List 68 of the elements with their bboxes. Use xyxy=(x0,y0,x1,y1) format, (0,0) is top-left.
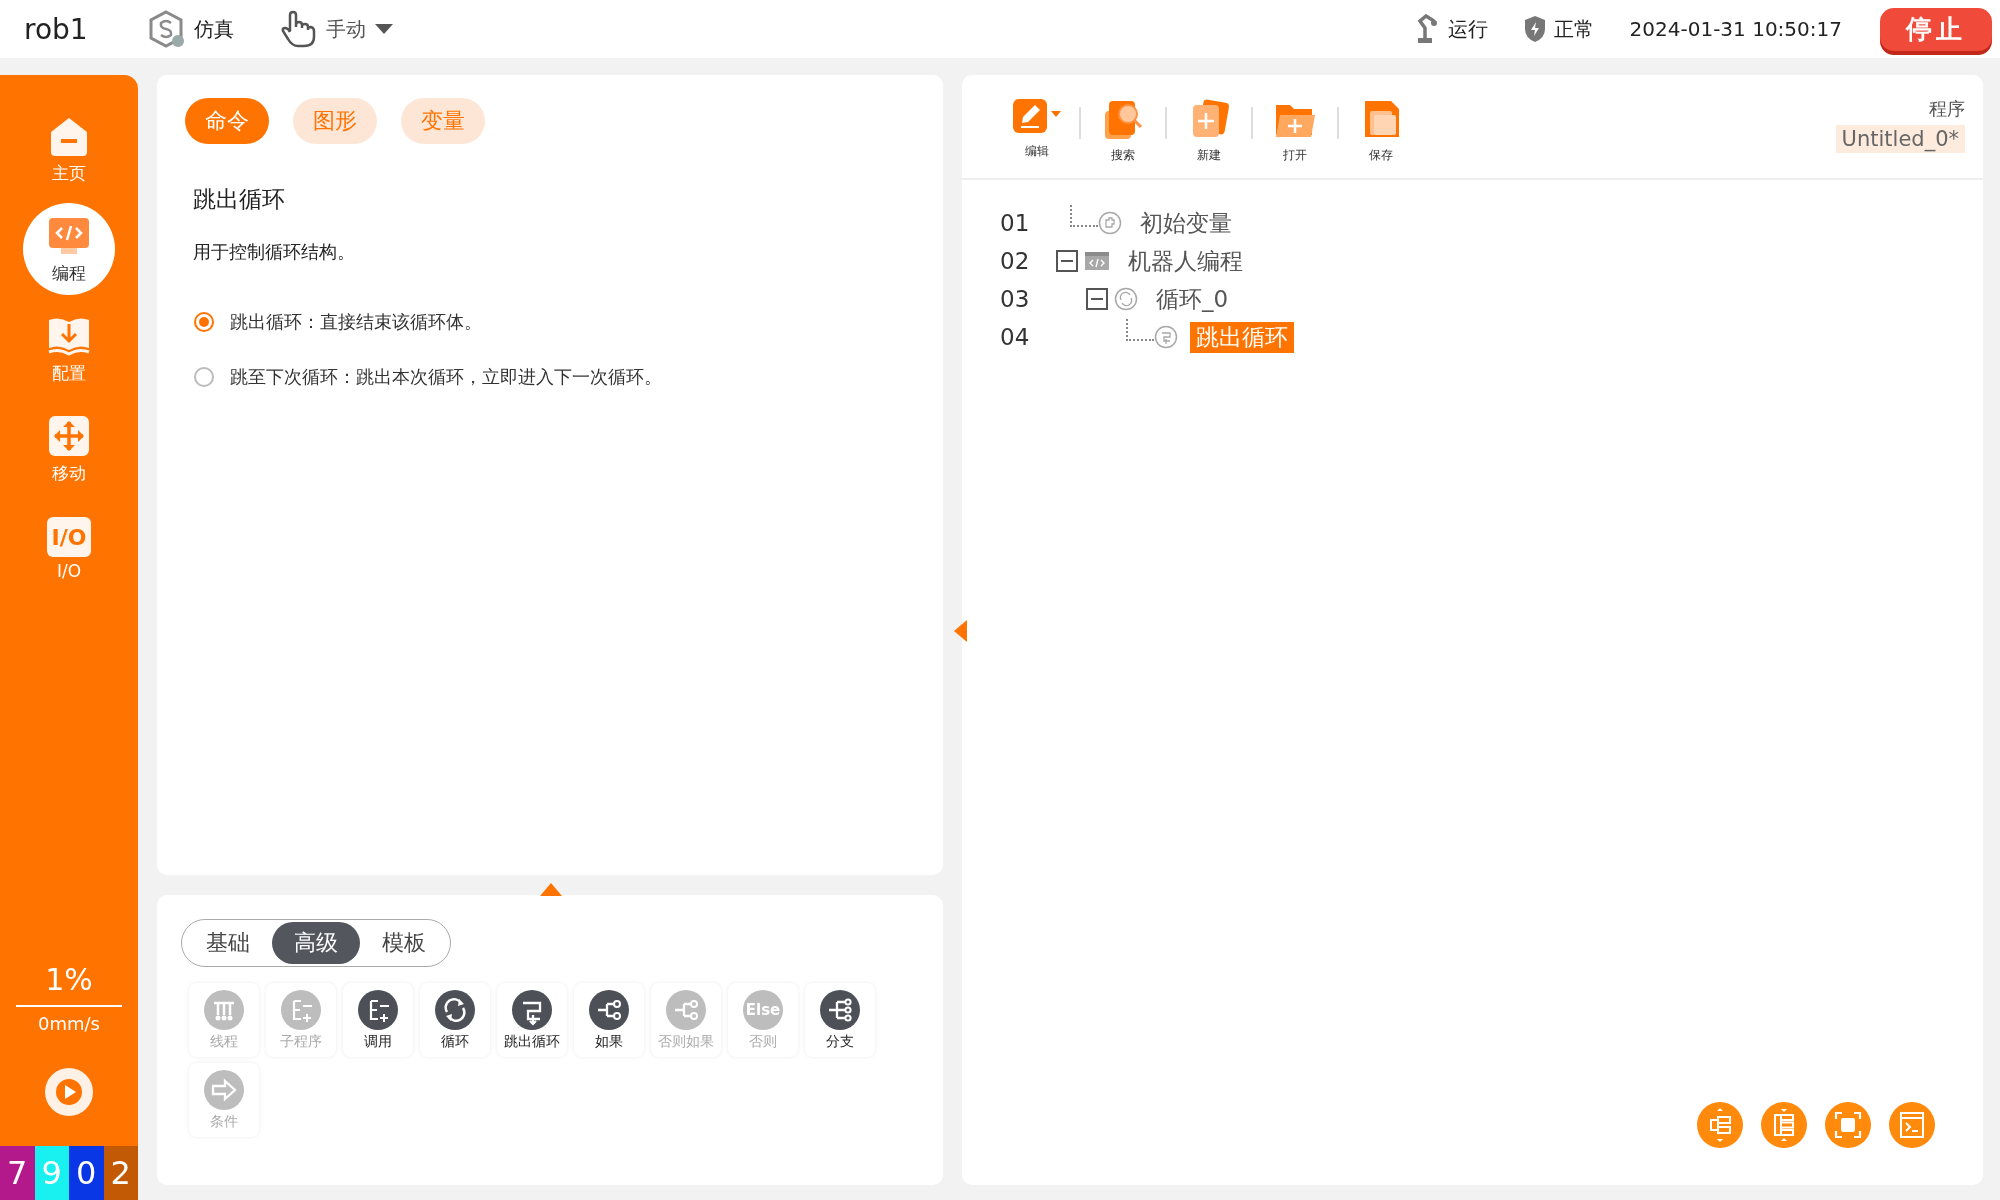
code-window-icon xyxy=(1084,250,1110,272)
line-number: 03 xyxy=(1000,286,1031,312)
sub-icon xyxy=(281,989,321,1030)
collapse-left-icon[interactable] xyxy=(954,620,967,642)
speed-percent: 1% xyxy=(45,962,93,997)
counter-digit: 7 xyxy=(0,1146,35,1200)
program-name-field[interactable]: Untitled_0* xyxy=(1835,125,1965,153)
connector-line xyxy=(1070,205,1098,227)
option-label[interactable]: 跳出循环：直接结束该循环体。 xyxy=(230,310,482,334)
loop-icon xyxy=(1114,287,1138,311)
line-number: 02 xyxy=(1000,248,1031,274)
counter-digit: 2 xyxy=(103,1146,138,1200)
toolbar-button[interactable]: 打开 xyxy=(1265,97,1325,164)
io-icon: I/O xyxy=(47,517,91,557)
run-status: 运行 xyxy=(1447,15,1488,43)
counter-digit: 9 xyxy=(34,1146,69,1200)
terminal-icon[interactable] xyxy=(1889,1102,1935,1151)
toolbar-button[interactable]: 搜索 xyxy=(1093,97,1153,164)
if-icon xyxy=(589,989,629,1030)
collapse-toggle[interactable] xyxy=(1056,250,1078,272)
break-icon xyxy=(512,989,552,1030)
nav-item[interactable]: 编程 xyxy=(23,203,115,295)
tree-item[interactable]: 循环_0 xyxy=(1150,283,1235,315)
command-tile[interactable]: 如果 xyxy=(574,983,644,1057)
health-status: 正常 xyxy=(1553,15,1594,43)
thread-icon xyxy=(204,989,244,1030)
caret-icon[interactable] xyxy=(373,23,394,35)
command-tile[interactable]: 跳出循环 xyxy=(497,983,567,1057)
command-description: 用于控制循环结构。 xyxy=(193,240,356,264)
toolbar-button[interactable]: 保存 xyxy=(1351,97,1411,164)
tree-item[interactable]: 机器人编程 xyxy=(1122,245,1249,277)
connector-line xyxy=(1126,319,1154,341)
segment-tab[interactable]: 模板 xyxy=(360,922,448,964)
velocity: 0mm/s xyxy=(38,1013,100,1034)
robot-name: rob1 xyxy=(24,12,88,46)
command-tile[interactable]: 调用 xyxy=(343,983,413,1057)
move-arrows-icon xyxy=(47,413,91,458)
play-icon[interactable] xyxy=(45,1068,93,1116)
command-tile[interactable]: 循环 xyxy=(420,983,490,1057)
counter-digit: 0 xyxy=(69,1146,104,1200)
collapse-tree-icon[interactable] xyxy=(1697,1102,1743,1151)
option-label[interactable]: 跳至下次循环：跳出本次循环，立即进入下一次循环。 xyxy=(230,365,662,389)
radio-button[interactable] xyxy=(194,367,214,387)
loop-icon xyxy=(435,989,475,1030)
segment-tab[interactable]: 基础 xyxy=(184,922,272,964)
switch-icon xyxy=(820,989,860,1030)
command-tile[interactable]: 分支 xyxy=(805,983,875,1057)
line-number: 01 xyxy=(1000,210,1031,236)
mode-label: 仿真 xyxy=(193,15,234,43)
command-title: 跳出循环 xyxy=(193,185,286,214)
if-icon xyxy=(666,989,706,1030)
fit-view-icon[interactable] xyxy=(1825,1102,1871,1151)
program-label: 程序 xyxy=(1929,97,1965,121)
tree-item[interactable]: 初始变量 xyxy=(1134,207,1238,239)
line-number: 04 xyxy=(1000,324,1031,350)
else-icon: Else xyxy=(743,989,783,1030)
expand-tree-icon[interactable] xyxy=(1761,1102,1807,1151)
segment-tab[interactable]: 高级 xyxy=(272,922,360,964)
puzzle-icon xyxy=(1098,211,1122,235)
break-loop-icon xyxy=(1154,325,1178,349)
collapse-toggle[interactable] xyxy=(1086,288,1108,310)
control-mode-label[interactable]: 手动 xyxy=(325,15,366,43)
datetime: 2024-01-31 10:50:17 xyxy=(1629,17,1842,41)
toolbar-button[interactable]: 编辑 xyxy=(1007,97,1067,160)
shield-bolt-icon xyxy=(1523,15,1546,43)
toolbar-button[interactable]: 新建 xyxy=(1179,97,1239,164)
sub-icon xyxy=(358,989,398,1030)
radio-button[interactable] xyxy=(194,312,214,332)
